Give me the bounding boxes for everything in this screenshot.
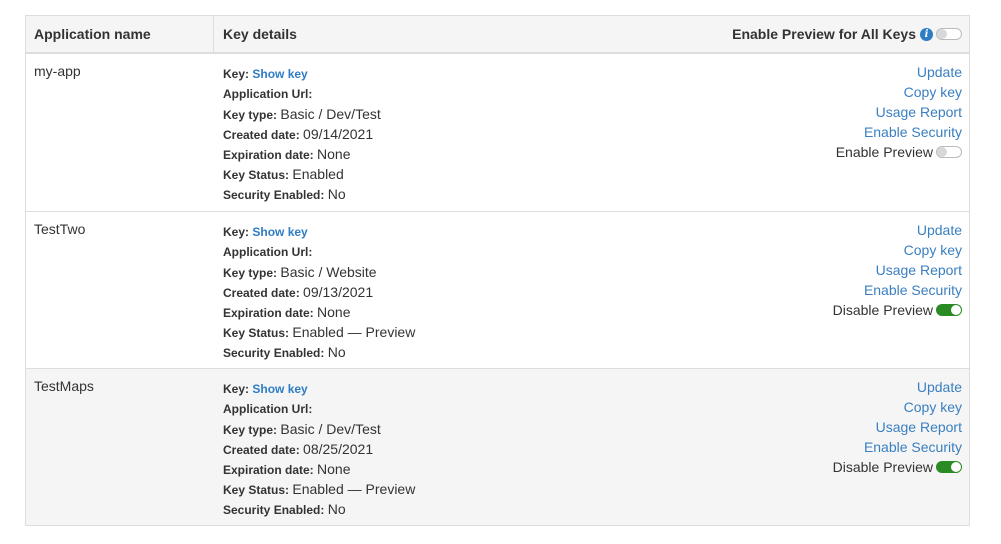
- copy-key-link[interactable]: Copy key: [833, 240, 962, 260]
- show-key-link[interactable]: Show key: [252, 67, 307, 81]
- detail-status: Key Status: Enabled — Preview: [223, 322, 969, 342]
- detail-label: Key:: [223, 382, 250, 396]
- table-row: TestTwo Key: Show key Application Url: K…: [26, 211, 969, 368]
- detail-security: Security Enabled: No: [223, 342, 969, 362]
- copy-key-link[interactable]: Copy key: [833, 397, 962, 417]
- key-status-value: Enabled — Preview: [292, 324, 416, 340]
- key-status-value: Enabled: [292, 166, 344, 182]
- created-date-value: 09/13/2021: [303, 284, 374, 300]
- preview-control: Disable Preview: [833, 300, 962, 320]
- detail-label: Created date:: [223, 443, 300, 457]
- header-application-name: Application name: [26, 16, 214, 52]
- preview-label: Disable Preview: [832, 459, 933, 475]
- created-date-value: 09/14/2021: [303, 126, 374, 142]
- key-status-value: Enabled — Preview: [292, 481, 416, 497]
- application-name: TestTwo: [34, 221, 86, 237]
- toggle-knob: [937, 29, 947, 39]
- security-enabled-value: No: [327, 186, 346, 202]
- usage-report-link[interactable]: Usage Report: [833, 260, 962, 280]
- show-key-link[interactable]: Show key: [252, 382, 307, 396]
- row-actions: Update Copy key Usage Report Enable Secu…: [833, 220, 962, 320]
- enable-preview-all-toggle[interactable]: [936, 28, 962, 40]
- detail-label: Security Enabled:: [223, 346, 325, 360]
- detail-label: Created date:: [223, 286, 300, 300]
- detail-label: Created date:: [223, 128, 300, 142]
- usage-report-link[interactable]: Usage Report: [836, 102, 962, 122]
- detail-label: Key type:: [223, 266, 278, 280]
- detail-label: Security Enabled:: [223, 503, 325, 517]
- preview-label: Enable Preview: [835, 144, 933, 160]
- usage-report-link[interactable]: Usage Report: [833, 417, 962, 437]
- expiration-date-value: None: [317, 304, 351, 320]
- detail-label: Key:: [223, 67, 250, 81]
- toggle-knob: [951, 305, 961, 315]
- key-type-value: Basic / Website: [280, 264, 377, 280]
- copy-key-link[interactable]: Copy key: [836, 82, 962, 102]
- detail-label: Key type:: [223, 423, 278, 437]
- detail-label: Security Enabled:: [223, 188, 325, 202]
- detail-label: Application Url:: [223, 87, 313, 101]
- enable-preview-all: Enable Preview for All Keys i: [732, 16, 962, 52]
- expiration-date-value: None: [317, 461, 351, 477]
- table-header: Application name Key details Enable Prev…: [26, 16, 969, 54]
- detail-status: Key Status: Enabled — Preview: [223, 479, 969, 499]
- detail-label: Key Status:: [223, 483, 290, 497]
- toggle-knob: [951, 462, 961, 472]
- expiration-date-value: None: [317, 146, 351, 162]
- preview-toggle[interactable]: [936, 146, 962, 158]
- detail-status: Key Status: Enabled: [223, 164, 969, 184]
- update-link[interactable]: Update: [836, 62, 962, 82]
- detail-label: Application Url:: [223, 245, 313, 259]
- info-icon[interactable]: i: [920, 27, 933, 41]
- update-link[interactable]: Update: [833, 377, 962, 397]
- enable-security-link[interactable]: Enable Security: [833, 437, 962, 457]
- detail-label: Application Url:: [223, 402, 313, 416]
- toggle-knob: [937, 147, 947, 157]
- created-date-value: 08/25/2021: [303, 441, 374, 457]
- preview-control: Disable Preview: [833, 457, 962, 477]
- preview-toggle[interactable]: [936, 461, 962, 473]
- key-type-value: Basic / Dev/Test: [280, 421, 381, 437]
- detail-label: Expiration date:: [223, 306, 314, 320]
- preview-label: Disable Preview: [832, 302, 933, 318]
- detail-label: Key:: [223, 225, 250, 239]
- detail-label: Key type:: [223, 108, 278, 122]
- show-key-link[interactable]: Show key: [252, 225, 307, 239]
- key-type-value: Basic / Dev/Test: [280, 106, 381, 122]
- security-enabled-value: No: [327, 501, 346, 517]
- row-actions: Update Copy key Usage Report Enable Secu…: [836, 62, 962, 162]
- enable-preview-all-label: Enable Preview for All Keys: [732, 26, 916, 42]
- row-actions: Update Copy key Usage Report Enable Secu…: [833, 377, 962, 477]
- application-name: TestMaps: [34, 378, 94, 394]
- table-row: my-app Key: Show key Application Url: Ke…: [26, 54, 969, 211]
- detail-security: Security Enabled: No: [223, 499, 969, 519]
- detail-label: Expiration date:: [223, 463, 314, 477]
- detail-label: Expiration date:: [223, 148, 314, 162]
- update-link[interactable]: Update: [833, 220, 962, 240]
- application-name: my-app: [34, 63, 81, 79]
- enable-security-link[interactable]: Enable Security: [836, 122, 962, 142]
- table-row: TestMaps Key: Show key Application Url: …: [26, 368, 969, 525]
- preview-control: Enable Preview: [836, 142, 962, 162]
- enable-security-link[interactable]: Enable Security: [833, 280, 962, 300]
- detail-label: Key Status:: [223, 168, 290, 182]
- security-enabled-value: No: [327, 344, 346, 360]
- detail-security: Security Enabled: No: [223, 184, 969, 204]
- detail-label: Key Status:: [223, 326, 290, 340]
- api-keys-table: Application name Key details Enable Prev…: [25, 15, 970, 526]
- preview-toggle[interactable]: [936, 304, 962, 316]
